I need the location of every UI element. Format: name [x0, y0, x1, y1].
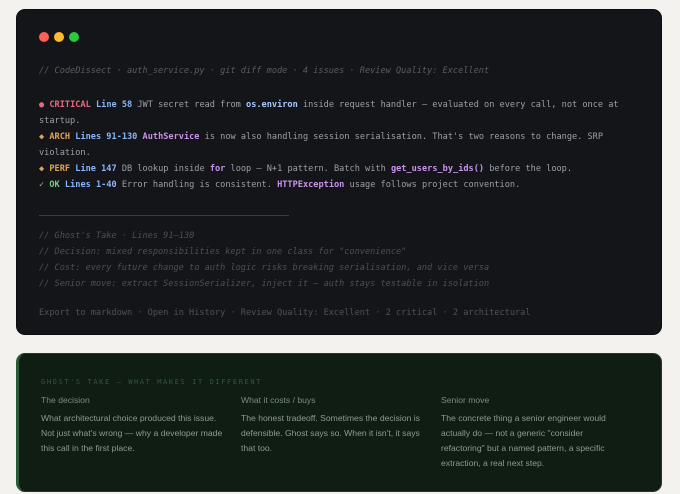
feature-columns: The decision What architectural choice p…	[41, 395, 641, 471]
ghost-take-comments: // Ghost's Take · Lines 91–130 // Decisi…	[39, 228, 489, 292]
code-token: get_users_by_ids()	[390, 164, 485, 174]
maximize-window-icon[interactable]	[69, 32, 79, 42]
issue-ok: ✓ OK Lines 1-40 Error handling is consis…	[39, 177, 639, 193]
ghost-take-line: // Ghost's Take · Lines 91–130	[39, 231, 195, 241]
ghost-take-line: // Decision: mixed responsibilities kept…	[39, 247, 407, 257]
window-controls	[39, 32, 79, 42]
code-token: os.environ	[246, 100, 298, 110]
issue-arch: ◆ ARCH Lines 91-130 AuthService is now a…	[39, 129, 639, 161]
column-heading: The decision	[41, 395, 90, 405]
section-divider	[39, 215, 289, 216]
line-reference[interactable]: Line 58	[96, 100, 132, 110]
check-icon: ✓	[39, 180, 45, 190]
issue-text: Error handling is consistent.	[121, 180, 278, 190]
severity-label: CRITICAL	[49, 100, 91, 110]
code-review-terminal: // CodeDissect · auth_service.py · git d…	[16, 9, 662, 335]
ghost-take-line: // Cost: every future change to auth log…	[39, 263, 490, 273]
column-heading: Senior move	[441, 395, 490, 405]
line-reference[interactable]: Lines 1-40	[65, 180, 117, 190]
column-body: What architectural choice produced this …	[41, 413, 223, 453]
issue-text: DB lookup inside	[121, 164, 210, 174]
feature-column-decision: The decision What architectural choice p…	[41, 395, 241, 471]
line-reference[interactable]: Lines 91-130	[75, 132, 137, 142]
critical-icon: ●	[39, 100, 45, 110]
feature-column-cost: What it costs / buys The honest tradeoff…	[241, 395, 441, 471]
diamond-icon: ◆	[39, 164, 45, 174]
code-token: AuthService	[142, 132, 200, 142]
issue-text: loop — N+1 pattern. Batch with	[225, 164, 391, 174]
issue-critical: ● CRITICAL Line 58 JWT secret read from …	[39, 97, 639, 129]
issue-list: ● CRITICAL Line 58 JWT secret read from …	[39, 97, 639, 193]
code-token: HTTPException	[277, 180, 345, 190]
severity-label: PERF	[49, 164, 71, 174]
line-reference[interactable]: Line 147	[75, 164, 116, 174]
feature-column-senior-move: Senior move The concrete thing a senior …	[441, 395, 641, 471]
issue-text: before the loop.	[484, 164, 573, 174]
ghost-take-line: // Senior move: extract SessionSerialize…	[39, 279, 490, 289]
issue-perf: ◆ PERF Line 147 DB lookup inside for loo…	[39, 161, 639, 177]
severity-label: ARCH	[49, 132, 71, 142]
column-heading: What it costs / buys	[241, 395, 316, 405]
minimize-window-icon[interactable]	[54, 32, 64, 42]
severity-label: OK	[49, 180, 60, 190]
diamond-icon: ◆	[39, 132, 45, 142]
close-window-icon[interactable]	[39, 32, 49, 42]
ghost-take-panel: GHOST'S TAKE — WHAT MAKES IT DIFFERENT T…	[16, 353, 662, 492]
keyword-token: for	[209, 164, 226, 174]
column-body: The concrete thing a senior engineer wou…	[441, 413, 606, 468]
issue-text: usage follows project convention.	[344, 180, 521, 190]
column-body: The honest tradeoff. Sometimes the decis…	[241, 413, 420, 453]
issue-text: JWT secret read from	[137, 100, 247, 110]
review-header: // CodeDissect · auth_service.py · git d…	[39, 66, 490, 76]
terminal-footer: Export to markdown · Open in History · R…	[39, 308, 531, 318]
panel-title: GHOST'S TAKE — WHAT MAKES IT DIFFERENT	[41, 378, 262, 386]
